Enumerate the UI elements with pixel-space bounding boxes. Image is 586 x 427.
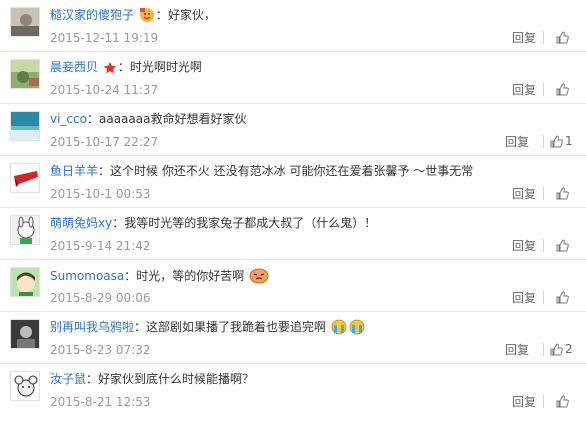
- thumbs-up-icon: [556, 30, 569, 44]
- separator: ：: [86, 112, 99, 126]
- like-button[interactable]: [556, 185, 571, 201]
- like-button[interactable]: [556, 29, 571, 45]
- thumbs-up-icon: [550, 134, 563, 148]
- timestamp: 2015-10-1 00:53: [50, 187, 151, 201]
- avatar[interactable]: [10, 7, 40, 37]
- comment-item: 别再叫我乌鸦啦：这部剧如果播了我跪着也要追完啊 2015-8-23 07:32 …: [0, 312, 586, 364]
- username[interactable]: 汝子鼠: [50, 372, 86, 386]
- timestamp: 2015-9-14 21:42: [50, 239, 151, 253]
- avatar[interactable]: [10, 163, 40, 193]
- comment-item: vi_cco：aaaaaaa救命好想看好家伙 2015-10-17 22:27 …: [0, 104, 586, 156]
- comment-item: 鱼日羊羊：这个时候 你还不火 还没有范冰冰 可能你还在爱着张馨予 ～世事无常 2…: [0, 156, 586, 208]
- like-button[interactable]: [556, 237, 571, 253]
- separator: ：: [112, 216, 125, 230]
- like-button[interactable]: [556, 289, 571, 305]
- like-button[interactable]: [556, 81, 571, 97]
- separator: ：: [117, 60, 130, 74]
- like-button[interactable]: [556, 393, 571, 409]
- star-icon: [103, 61, 117, 80]
- like-button[interactable]: 1: [550, 133, 573, 149]
- reply-button[interactable]: 回复: [512, 30, 536, 46]
- divider: [543, 239, 544, 252]
- comment-text: 这部剧如果播了我跪着也要追完啊: [146, 320, 327, 334]
- comment-text: 时光，等的你好苦啊: [136, 269, 245, 283]
- divider: [543, 135, 544, 148]
- thumbs-up-icon: [556, 238, 569, 252]
- like-count: 1: [565, 134, 573, 148]
- reply-button[interactable]: 回复: [505, 342, 529, 358]
- username[interactable]: Sumomoasa: [50, 269, 124, 283]
- comment-text: 好家伙到底什么时候能播啊？: [98, 372, 255, 386]
- divider: [543, 395, 544, 408]
- comment-text: 好家伙，: [167, 8, 216, 22]
- avatar[interactable]: [10, 267, 40, 297]
- separator: ：: [98, 164, 111, 178]
- comment-text: 时光啊时光啊: [129, 60, 202, 74]
- thumbs-up-icon: [556, 394, 569, 408]
- comment-item: Sumomoasa：时光，等的你好苦啊 2015-8-29 00:06 回复: [0, 260, 586, 312]
- comment-item: 汝子鼠：好家伙到底什么时候能播啊？ 2015-8-21 12:53 回复: [0, 364, 586, 416]
- timestamp: 2015-12-11 19:19: [50, 31, 159, 45]
- thumbs-up-icon: [556, 186, 569, 200]
- avatar[interactable]: [10, 319, 40, 349]
- reply-button[interactable]: 回复: [512, 394, 536, 410]
- reply-button[interactable]: 回复: [512, 290, 536, 306]
- timestamp: 2015-8-29 00:06: [50, 291, 151, 305]
- avatar[interactable]: [10, 215, 40, 245]
- timestamp: 2015-8-21 12:53: [50, 395, 151, 409]
- comment-text: 这个时候 你还不火 还没有范冰冰 可能你还在爱着张馨予 ～世事无常: [110, 164, 474, 178]
- vip-emoji-icon: [139, 7, 155, 28]
- reply-button[interactable]: 回复: [512, 186, 536, 202]
- divider: [543, 187, 544, 200]
- timestamp: 2015-10-24 11:37: [50, 83, 159, 97]
- timestamp: 2015-10-17 22:27: [50, 135, 159, 149]
- avatar[interactable]: [10, 111, 40, 141]
- username[interactable]: 别再叫我乌鸦啦: [50, 320, 134, 334]
- like-count: 2: [565, 342, 573, 356]
- comment-item: 萌萌兔妈xy：我等时光等的我家兔子都成大叔了（什么鬼）！ 2015-9-14 2…: [0, 208, 586, 260]
- divider: [543, 31, 544, 44]
- username[interactable]: vi_cco: [50, 112, 87, 126]
- comment-list: 糙汉家的傻狍子 ：好家伙， 2015-12-11 19:19 回复 晨妾西贝 ：…: [0, 0, 586, 427]
- comment-text: 我等时光等的我家兔子都成大叔了（什么鬼）！: [124, 216, 377, 230]
- reply-button[interactable]: 回复: [505, 134, 529, 150]
- thumbs-up-icon: [550, 342, 563, 356]
- timestamp: 2015-8-23 07:32: [50, 343, 151, 357]
- separator: ：: [124, 269, 137, 283]
- avatar[interactable]: [10, 371, 40, 401]
- comment-item: 晨妾西贝 ：时光啊时光啊 2015-10-24 11:37 回复: [0, 52, 586, 104]
- cry-face-emoji: [249, 266, 269, 289]
- comment-item: 糙汉家的傻狍子 ：好家伙， 2015-12-11 19:19 回复: [0, 0, 586, 52]
- tears-face-emoji: [331, 319, 367, 340]
- like-button[interactable]: 2: [550, 341, 573, 357]
- comment-text: aaaaaaa救命好想看好家伙: [99, 112, 247, 126]
- thumbs-up-icon: [556, 290, 569, 304]
- username[interactable]: 鱼日羊羊: [50, 164, 98, 178]
- separator: ：: [155, 8, 168, 22]
- thumbs-up-icon: [556, 82, 569, 96]
- reply-button[interactable]: 回复: [512, 82, 536, 98]
- avatar[interactable]: [10, 59, 40, 89]
- separator: ：: [86, 372, 99, 386]
- divider: [543, 343, 544, 356]
- divider: [543, 291, 544, 304]
- username[interactable]: 糙汉家的傻狍子: [50, 8, 134, 22]
- separator: ：: [134, 320, 147, 334]
- username[interactable]: 晨妾西贝: [50, 60, 98, 74]
- reply-button[interactable]: 回复: [512, 238, 536, 254]
- username[interactable]: 萌萌兔妈xy: [50, 216, 112, 230]
- divider: [543, 83, 544, 96]
